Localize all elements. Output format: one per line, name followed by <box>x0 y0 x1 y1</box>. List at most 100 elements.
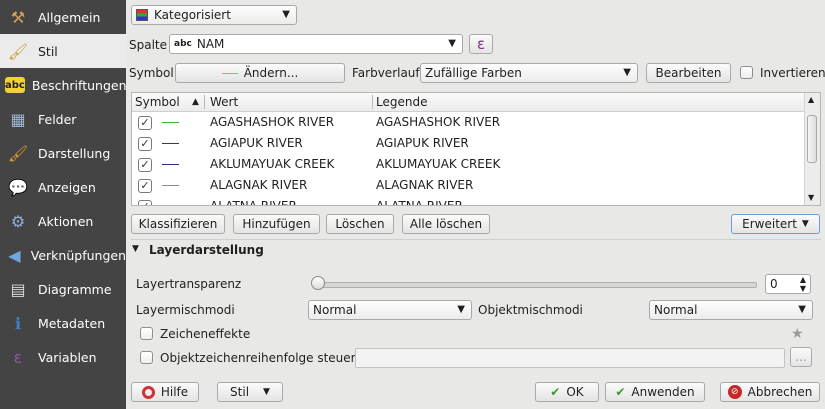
symbol-preview-line <box>221 72 238 74</box>
info-icon: ℹ <box>14 313 22 333</box>
chart-icon: ▤ <box>10 279 26 299</box>
table-row[interactable]: ✓ AGIAPUK RIVER AGIAPUK RIVER <box>132 133 804 154</box>
ramp-label: Farbverlauf <box>352 66 420 80</box>
change-symbol-label: Ändern... <box>243 66 299 80</box>
row-legend: ALATNA RIVER <box>376 199 463 206</box>
style-panel: Kategorisiert ▼ Spalte abc NAM ▼ ε Symbo… <box>126 0 825 409</box>
delete-all-button[interactable]: Alle löschen <box>402 214 490 234</box>
effects-checkbox[interactable] <box>140 327 153 340</box>
spin-down-icon[interactable]: ▼ <box>800 284 806 293</box>
effects-label: Zeicheneffekte <box>160 327 251 341</box>
sidebar-item-label: Variablen <box>38 349 97 365</box>
feature-blend-combo[interactable]: Normal ▼ <box>649 300 813 320</box>
sidebar-item-label: Darstellung <box>38 145 111 161</box>
categorized-icon <box>136 9 148 21</box>
categories-table: Symbol ▲ Wert Legende ✓ AGASHASHOK RIVER A… <box>131 92 821 206</box>
ok-button[interactable]: ✔ OK <box>535 382 599 402</box>
sidebar-item-darstellung[interactable]: 🖌 Darstellung <box>0 136 126 170</box>
header-legende[interactable]: Legende <box>376 95 427 109</box>
chevron-down-icon: ▼ <box>623 67 631 78</box>
paintbrush-icon: 🖌 <box>7 41 29 61</box>
cancel-label: Abbrechen <box>747 385 813 399</box>
scroll-down-icon[interactable]: ▼ <box>808 193 814 202</box>
blend-label: Layermischmodi <box>136 303 235 317</box>
row-checkbox[interactable]: ✓ <box>138 158 152 172</box>
row-legend: AGIAPUK RIVER <box>376 136 469 150</box>
collapse-arrow-icon[interactable]: ▼ <box>132 244 139 254</box>
sidebar-item-beschriftungen[interactable]: abc Beschriftungen <box>0 68 127 102</box>
feature-blend-value: Normal <box>654 303 698 317</box>
column-combo[interactable]: abc NAM ▼ <box>169 34 463 54</box>
table-row[interactable]: ✓ AKLUMAYUAK CREEK AKLUMAYUAK CREEK <box>132 154 804 175</box>
sidebar-item-allgemein[interactable]: ⚒ Allgemein <box>0 0 126 34</box>
sidebar-item-label: Beschriftungen <box>31 77 127 93</box>
color-ramp-combo[interactable]: Zufällige Farben ▼ <box>420 63 638 83</box>
row-checkbox[interactable]: ✓ <box>138 200 152 205</box>
advanced-label: Erweitert <box>742 217 797 231</box>
row-legend: AKLUMAYUAK CREEK <box>376 157 501 171</box>
apply-button[interactable]: ✔ Anwenden <box>605 382 705 402</box>
invert-checkbox[interactable] <box>740 66 753 79</box>
epsilon-icon: ε <box>13 347 23 367</box>
string-type-icon: abc <box>174 39 192 49</box>
order-edit-button[interactable]: ... <box>790 347 812 367</box>
sidebar: ⚒ Allgemein 🖌 Stil abc Beschriftungen ▦ Felder 🖌… <box>0 0 127 409</box>
row-legend: ALAGNAK RIVER <box>376 178 474 192</box>
sidebar-item-aktionen[interactable]: ⚙ Aktionen <box>0 204 126 238</box>
row-checkbox[interactable]: ✓ <box>138 137 152 151</box>
edit-ramp-button[interactable]: Bearbeiten <box>646 63 731 83</box>
renderer-combo[interactable]: Kategorisiert ▼ <box>131 5 297 25</box>
layer-rendering-section: ▼ Layerdarstellung Layertransparenz 0 ▲ … <box>131 239 821 376</box>
sidebar-item-felder[interactable]: ▦ Felder <box>0 102 126 136</box>
sidebar-item-label: Metadaten <box>38 315 106 331</box>
sidebar-item-diagramme[interactable]: ▤ Diagramme <box>0 272 126 306</box>
effects-star-icon[interactable]: ★ <box>791 326 804 342</box>
help-button[interactable]: Hilfe <box>131 382 199 402</box>
transparency-slider-track[interactable] <box>317 282 757 288</box>
layer-blend-combo[interactable]: Normal ▼ <box>308 300 472 320</box>
table-scrollbar[interactable]: ▲ ▼ <box>804 93 820 205</box>
order-checkbox[interactable] <box>140 351 153 364</box>
style-label: Stil <box>230 385 250 399</box>
cancel-icon: ⊘ <box>727 385 742 399</box>
renderer-label: Kategorisiert <box>154 8 231 22</box>
scroll-thumb[interactable] <box>807 115 817 163</box>
sidebar-item-metadaten[interactable]: ℹ Metadaten <box>0 306 126 340</box>
line-symbol-preview <box>162 122 179 123</box>
ok-label: OK <box>566 385 584 399</box>
header-symbol[interactable]: Symbol <box>135 95 180 109</box>
header-wert[interactable]: Wert <box>210 95 238 109</box>
transparency-label: Layertransparenz <box>136 277 242 291</box>
spin-up-icon[interactable]: ▲ <box>800 275 806 284</box>
style-menu-button[interactable]: Stil ▼ <box>217 382 283 402</box>
table-row[interactable]: ✓ ALAGNAK RIVER ALAGNAK RIVER <box>132 175 804 196</box>
expression-button[interactable]: ε <box>469 34 493 54</box>
sidebar-item-stil[interactable]: 🖌 Stil <box>0 34 126 68</box>
table-row[interactable]: ✓ ALATNA RIVER ALATNA RIVER <box>132 196 804 206</box>
sidebar-item-verknüpfungen[interactable]: ◀ Verknüpfungen <box>0 238 126 272</box>
order-expression-field[interactable] <box>355 348 785 368</box>
advanced-button[interactable]: Erweitert ▼ <box>731 214 820 234</box>
row-value: ALAGNAK RIVER <box>210 178 308 192</box>
sidebar-item-label: Stil <box>38 43 58 59</box>
row-checkbox[interactable]: ✓ <box>138 116 152 130</box>
line-symbol-preview <box>162 164 179 165</box>
classify-button[interactable]: Klassifizieren <box>131 214 225 234</box>
help-icon <box>141 385 155 399</box>
table-row[interactable]: ✓ AGASHASHOK RIVER AGASHASHOK RIVER <box>132 112 804 133</box>
line-symbol-preview <box>162 185 179 186</box>
chevron-down-icon: ▼ <box>457 304 465 315</box>
sidebar-item-anzeigen[interactable]: 💬 Anzeigen <box>0 170 126 204</box>
table-icon: ▦ <box>10 109 26 129</box>
add-button[interactable]: Hinzufügen <box>233 214 320 234</box>
row-checkbox[interactable]: ✓ <box>138 179 152 193</box>
sidebar-item-variablen[interactable]: ε Variablen <box>0 340 126 374</box>
transparency-spinbox[interactable]: 0 ▲ ▼ <box>765 274 811 294</box>
scroll-up-icon[interactable]: ▲ <box>808 95 814 104</box>
join-icon: ◀ <box>8 245 21 265</box>
gear-icon: ⚙ <box>10 211 26 231</box>
change-symbol-button[interactable]: Ändern... <box>175 63 345 83</box>
cancel-button[interactable]: ⊘ Abbrechen <box>720 382 820 402</box>
delete-button[interactable]: Löschen <box>326 214 394 234</box>
transparency-slider-handle[interactable] <box>311 276 325 290</box>
